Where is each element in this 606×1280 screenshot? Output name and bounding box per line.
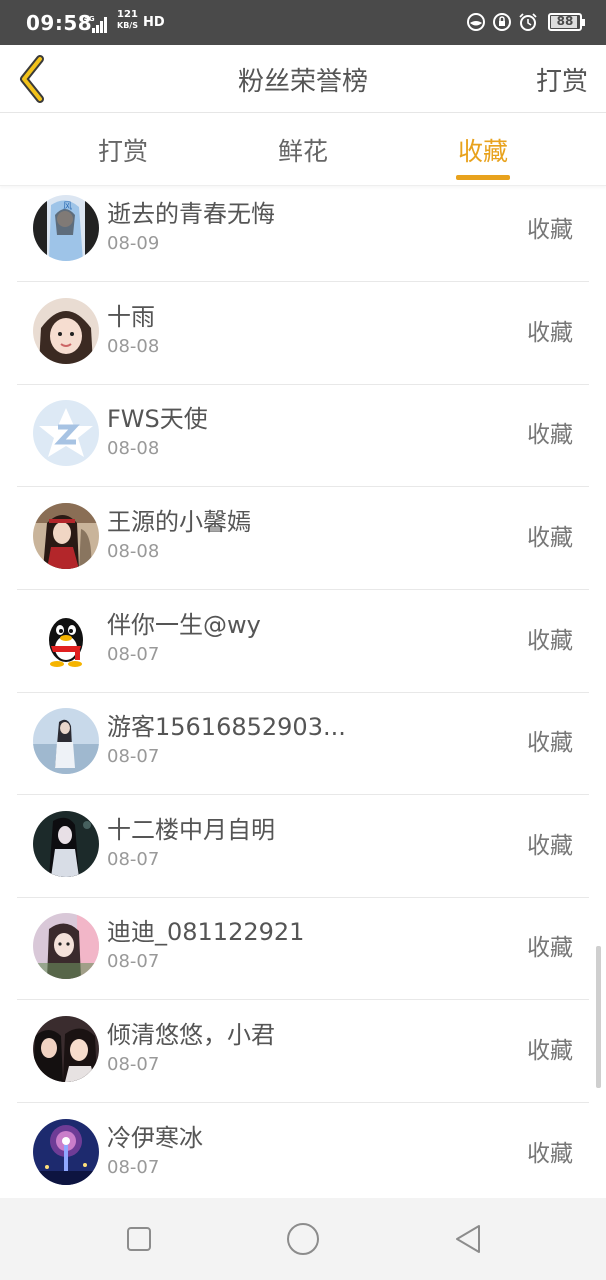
status-bar: 09:58 4G 121 KB/S HD 88 [0, 0, 606, 45]
fan-action: 收藏 [527, 935, 573, 961]
network-type: 4G [84, 15, 95, 23]
list-item[interactable]: 伴你一生@wy 08-07 收藏 [17, 591, 589, 693]
fan-action: 收藏 [527, 1038, 573, 1064]
lock-rotation-icon [493, 13, 511, 31]
tab-bar: 打赏 鲜花 收藏 [0, 114, 606, 186]
list-item[interactable]: 王源的小馨嫣 08-08 收藏 [17, 488, 589, 590]
battery-icon: 88 [548, 13, 585, 31]
fan-date: 08-08 [107, 541, 160, 562]
list-item[interactable]: 十二楼中月自明 08-07 收藏 [17, 796, 589, 898]
fan-name: 伴你一生@wy [107, 611, 261, 639]
page-title: 粉丝荣誉榜 [237, 67, 368, 97]
fan-date: 08-07 [107, 1157, 160, 1178]
status-time: 09:58 [26, 11, 93, 35]
fan-date: 08-07 [107, 1054, 160, 1075]
home-icon[interactable] [285, 1221, 321, 1257]
fan-action: 收藏 [527, 320, 573, 346]
fan-name: 迪迪_081122921 [107, 918, 305, 946]
avatar[interactable] [33, 1016, 99, 1082]
fan-action: 收藏 [527, 525, 573, 551]
fan-action: 收藏 [527, 422, 573, 448]
avatar[interactable] [33, 811, 99, 877]
fan-name: FWS天使 [107, 405, 208, 433]
signal-icon: 4G [84, 15, 107, 33]
tab-flowers[interactable]: 鲜花 [243, 132, 363, 168]
fan-date: 08-08 [107, 336, 160, 357]
svg-text:风: 风 [63, 201, 72, 212]
avatar[interactable]: 风 [33, 195, 99, 261]
list-item[interactable]: FWS天使 08-08 收藏 [17, 385, 589, 487]
fan-date: 08-09 [107, 233, 160, 254]
page-header: 粉丝荣誉榜 打赏 [0, 45, 606, 113]
fan-name: 王源的小馨嫣 [107, 508, 251, 536]
fan-list[interactable]: 风 逝去的青春无悔 08-09 收藏 十雨 08-08 收藏 FWS天使 08-… [0, 186, 606, 1198]
network-speed: 121 KB/S [117, 9, 138, 31]
fan-name: 逝去的青春无悔 [107, 200, 275, 228]
speed-value: 121 [117, 9, 138, 20]
fan-action: 收藏 [527, 628, 573, 654]
system-nav-bar [0, 1198, 606, 1280]
speed-unit: KB/S [117, 21, 138, 30]
list-item[interactable]: 冷伊寒冰 08-07 收藏 [17, 1104, 589, 1198]
fan-date: 08-07 [107, 746, 160, 767]
avatar[interactable] [33, 298, 99, 364]
fan-action: 收藏 [527, 1141, 573, 1167]
hd-badge: HD [143, 15, 165, 30]
tab-reward[interactable]: 打赏 [63, 132, 183, 168]
qq-penguin-icon[interactable] [33, 606, 99, 672]
tab-favorites[interactable]: 收藏 [423, 132, 543, 168]
fan-action: 收藏 [527, 730, 573, 756]
fan-action: 收藏 [527, 217, 573, 243]
fan-action: 收藏 [527, 833, 573, 859]
fan-date: 08-07 [107, 849, 160, 870]
list-item[interactable]: 游客15616852903... 08-07 收藏 [17, 693, 589, 795]
list-scrollbar[interactable] [596, 946, 601, 1088]
avatar[interactable] [33, 503, 99, 569]
fan-name: 十二楼中月自明 [107, 816, 275, 844]
mask-icon [467, 13, 485, 31]
avatar[interactable] [33, 400, 99, 466]
fan-name: 游客15616852903... [107, 713, 346, 741]
fan-name: 倾清悠悠，小君 [107, 1021, 275, 1049]
fan-date: 08-08 [107, 438, 160, 459]
list-item[interactable]: 迪迪_081122921 08-07 收藏 [17, 898, 589, 1000]
list-item[interactable]: 倾清悠悠，小君 08-07 收藏 [17, 1001, 589, 1103]
list-item[interactable]: 十雨 08-08 收藏 [17, 283, 589, 385]
battery-level: 88 [556, 14, 574, 28]
fan-name: 十雨 [107, 303, 155, 331]
fan-name: 冷伊寒冰 [107, 1124, 203, 1152]
avatar[interactable] [33, 708, 99, 774]
recent-apps-icon[interactable] [121, 1221, 157, 1257]
reward-link[interactable]: 打赏 [536, 61, 588, 98]
list-item[interactable]: 风 逝去的青春无悔 08-09 收藏 [17, 186, 589, 282]
fan-date: 08-07 [107, 951, 160, 972]
active-tab-indicator [456, 175, 510, 180]
back-triangle-icon[interactable] [451, 1221, 487, 1257]
avatar[interactable] [33, 1119, 99, 1185]
alarm-icon [519, 13, 537, 31]
avatar[interactable] [33, 913, 99, 979]
fan-date: 08-07 [107, 644, 160, 665]
